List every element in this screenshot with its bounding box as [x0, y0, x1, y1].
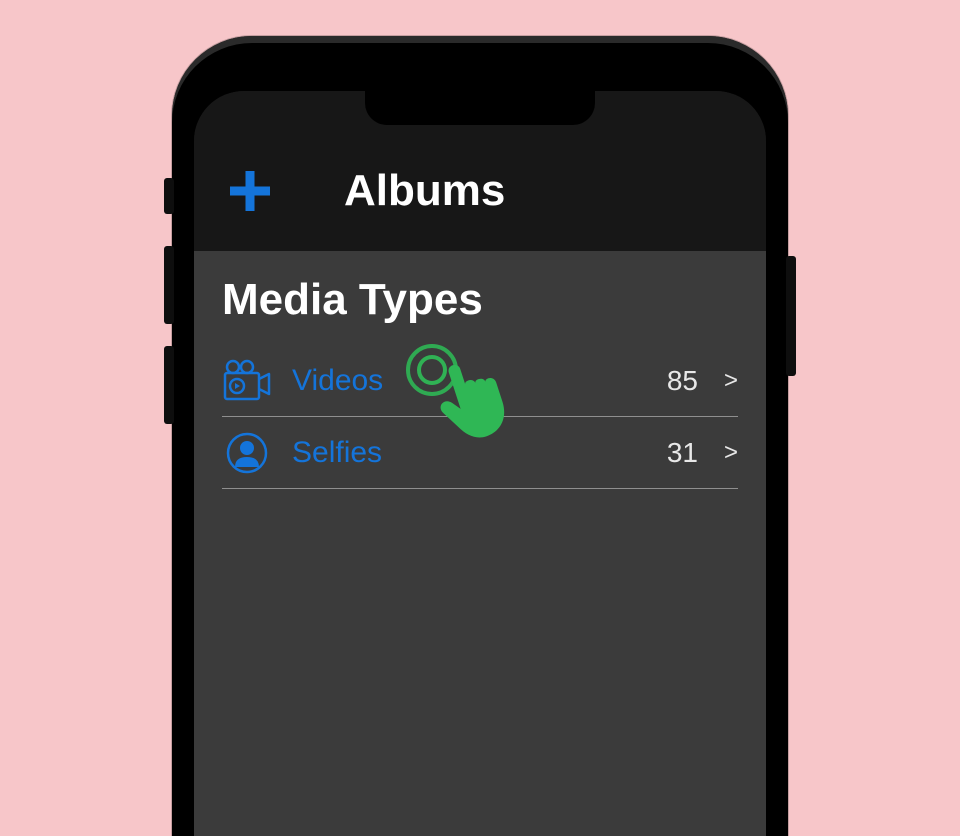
phone-side-button: [164, 246, 174, 324]
phone-side-button: [786, 256, 796, 376]
plus-icon: [226, 167, 274, 215]
content-area: Media Types Videos 85 >: [194, 251, 766, 836]
section-title: Media Types: [222, 275, 738, 325]
add-album-button[interactable]: [224, 165, 276, 217]
row-label: Selfies: [292, 436, 647, 470]
chevron-right-icon: >: [724, 439, 738, 467]
row-label: Videos: [292, 364, 647, 398]
person-circle-icon: [222, 428, 272, 478]
phone-notch: [365, 91, 595, 125]
video-camera-icon: [222, 356, 272, 406]
row-count: 85: [667, 365, 698, 397]
phone-side-button: [164, 346, 174, 424]
media-type-row-videos[interactable]: Videos 85 >: [222, 345, 738, 417]
row-count: 31: [667, 437, 698, 469]
phone-frame: Albums Media Types Videos 85 >: [172, 36, 788, 836]
media-type-row-selfies[interactable]: Selfies 31 >: [222, 417, 738, 489]
page-title: Albums: [344, 166, 505, 216]
phone-screen: Albums Media Types Videos 85 >: [194, 91, 766, 836]
phone-side-button: [164, 178, 174, 214]
chevron-right-icon: >: [724, 367, 738, 395]
